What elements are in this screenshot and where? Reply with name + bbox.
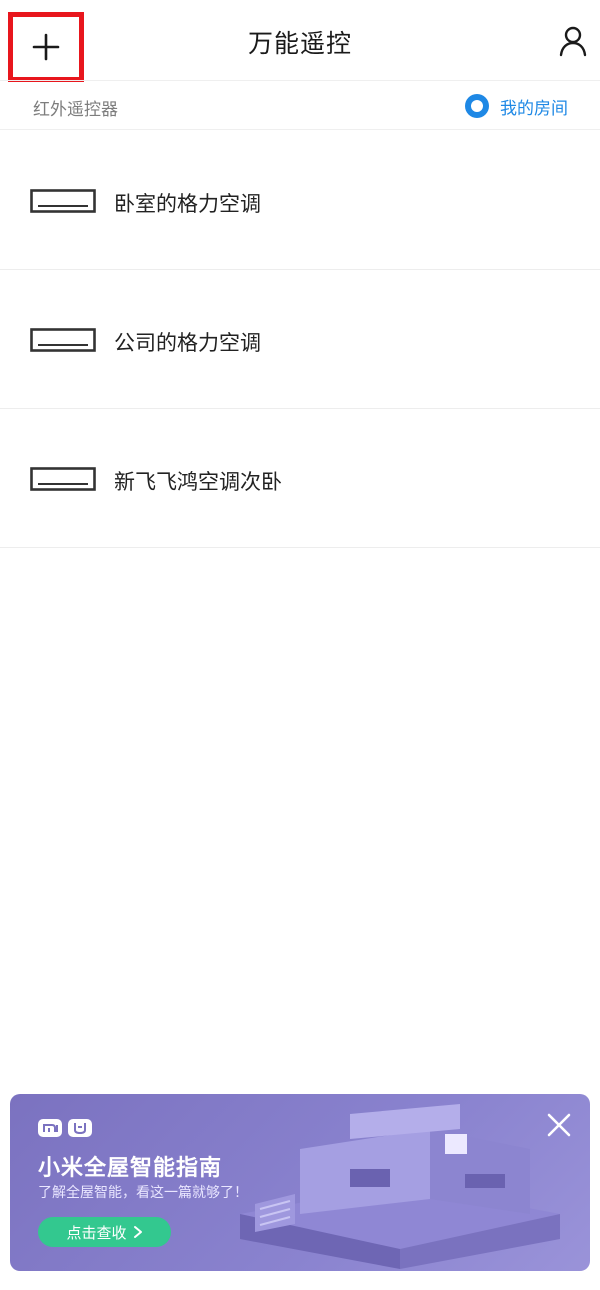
profile-button[interactable]	[556, 24, 590, 58]
air-conditioner-icon	[30, 189, 96, 213]
mijia-logo-icon	[68, 1119, 92, 1137]
close-icon	[547, 1113, 571, 1137]
air-conditioner-icon	[30, 467, 96, 491]
page-title: 万能遥控	[247, 29, 352, 58]
smart-home-illustration	[240, 1104, 560, 1269]
section-header: 红外遥控器 我的房间	[0, 80, 600, 130]
user-icon	[559, 26, 587, 57]
section-label: 红外遥控器	[33, 100, 118, 120]
brand-logos	[38, 1119, 92, 1137]
device-name: 卧室的格力空调	[114, 192, 261, 216]
device-item[interactable]: 卧室的格力空调	[0, 131, 600, 270]
my-room-label: 我的房间	[500, 98, 568, 119]
my-room-link[interactable]: 我的房间	[464, 93, 568, 119]
mi-logo-icon	[38, 1119, 62, 1137]
device-name: 公司的格力空调	[114, 331, 261, 355]
device-item[interactable]: 公司的格力空调	[0, 270, 600, 409]
banner-subtitle: 了解全屋智能，看这一篇就够了！	[38, 1185, 248, 1201]
banner-close-button[interactable]	[546, 1112, 572, 1138]
air-conditioner-icon	[30, 328, 96, 352]
screen: 万能遥控 红外遥控器 我的房间 卧室的格力空调 公司的格力空调 新飞飞鸿空调次卧…	[0, 0, 600, 1290]
room-ring-icon	[465, 94, 489, 118]
device-item[interactable]: 新飞飞鸿空调次卧	[0, 409, 600, 548]
check-it-button[interactable]: 点击查收	[38, 1217, 171, 1247]
device-name: 新飞飞鸿空调次卧	[114, 470, 282, 494]
promo-banner[interactable]: 小米全屋智能指南 了解全屋智能，看这一篇就够了！ 点击查收	[10, 1094, 590, 1271]
banner-title: 小米全屋智能指南	[38, 1156, 223, 1181]
top-bar: 万能遥控	[0, 0, 600, 82]
cta-label: 点击查收	[66, 1223, 127, 1242]
chevron-right-icon	[133, 1226, 142, 1238]
